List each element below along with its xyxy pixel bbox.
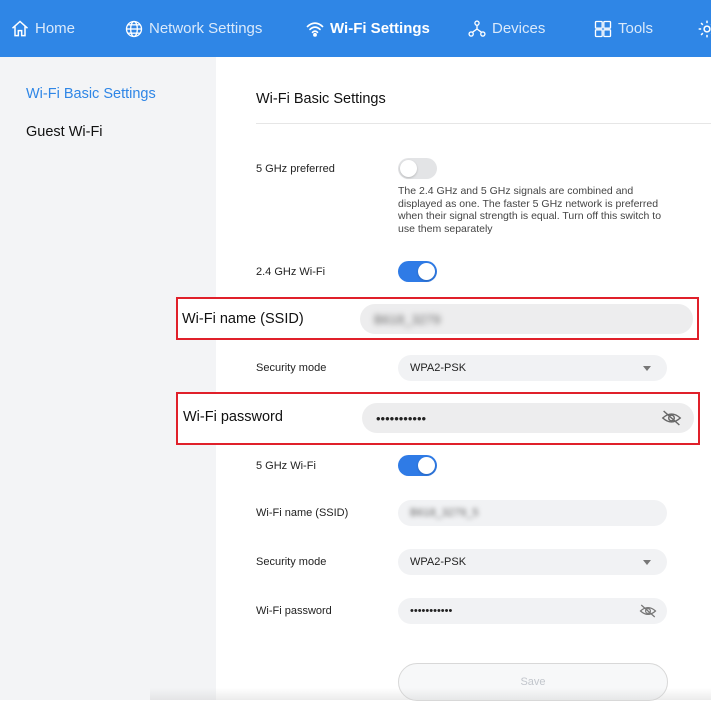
home-icon <box>12 19 28 36</box>
band5-security-select[interactable]: WPA2-PSK <box>398 549 667 575</box>
band5-ssid-input[interactable]: B618_3279_5 <box>398 500 667 526</box>
eye-off-icon[interactable] <box>661 409 682 427</box>
nav-wifi-settings[interactable]: Wi-Fi Settings <box>305 0 430 57</box>
band5-label: 5 GHz Wi-Fi <box>256 460 316 472</box>
main-panel: Wi-Fi Basic Settings 5 GHz preferred The… <box>216 57 711 701</box>
eye-off-icon[interactable] <box>639 603 657 619</box>
sidebar-item-wifi-basic-settings[interactable]: Wi-Fi Basic Settings <box>26 86 156 102</box>
sidebar-item-guest-wifi[interactable]: Guest Wi-Fi <box>26 124 103 140</box>
nav-home-label: Home <box>35 20 76 37</box>
band24-toggle[interactable] <box>398 261 437 282</box>
top-nav: Home Network Settings Wi-Fi Settings Dev… <box>0 0 711 57</box>
nav-tools-label: Tools <box>618 20 654 37</box>
globe-icon <box>125 20 143 37</box>
band24-security-label: Security mode <box>256 362 327 374</box>
band24-password-label: Wi-Fi password <box>183 409 283 425</box>
band5-security-label: Security mode <box>256 556 327 568</box>
highlight-ssid-box: Wi-Fi name (SSID) B618_3279 <box>176 297 699 340</box>
pref5-description: The 2.4 GHz and 5 GHz signals are combin… <box>398 185 662 235</box>
gear-icon <box>698 20 711 37</box>
toggle-knob <box>418 457 435 474</box>
band24-password-value: ••••••••••• <box>376 410 427 426</box>
band5-ssid-value: B618_3279_5 <box>410 507 479 519</box>
toggle-knob <box>400 160 417 177</box>
nav-network-settings[interactable]: Network Settings <box>124 0 262 57</box>
tools-icon <box>594 20 612 37</box>
band5-security-value: WPA2-PSK <box>410 556 467 568</box>
band5-password-value: ••••••••••• <box>410 605 453 617</box>
band24-ssid-input[interactable]: B618_3279 <box>360 304 693 334</box>
nav-tools[interactable]: Tools <box>593 0 653 57</box>
nav-settings[interactable] <box>697 0 711 57</box>
title-divider <box>256 123 711 124</box>
nav-home[interactable]: Home <box>10 0 75 57</box>
band24-security-value: WPA2-PSK <box>410 362 467 374</box>
band5-toggle[interactable] <box>398 455 437 476</box>
band24-ssid-label: Wi-Fi name (SSID) <box>182 311 304 327</box>
nav-devices[interactable]: Devices <box>467 0 545 57</box>
band24-security-select[interactable]: WPA2-PSK <box>398 355 667 381</box>
sidebar: Wi-Fi Basic Settings Guest Wi-Fi <box>0 57 216 700</box>
bottom-shadow <box>150 688 711 700</box>
band24-label: 2.4 GHz Wi-Fi <box>256 266 326 278</box>
pref5-toggle[interactable] <box>398 158 437 179</box>
highlight-password-box: Wi-Fi password ••••••••••• <box>176 392 700 445</box>
nav-network-label: Network Settings <box>149 20 263 37</box>
toggle-knob <box>418 263 435 280</box>
band24-ssid-value: B618_3279 <box>374 311 441 327</box>
band5-password-label: Wi-Fi password <box>256 605 332 617</box>
wifi-icon <box>306 21 324 37</box>
band5-ssid-label: Wi-Fi name (SSID) <box>256 507 349 519</box>
chevron-down-icon <box>643 560 651 565</box>
band5-password-input[interactable]: ••••••••••• <box>398 598 667 624</box>
pref5-label: 5 GHz preferred <box>256 163 335 175</box>
devices-icon <box>468 19 486 37</box>
nav-wifi-label: Wi-Fi Settings <box>330 20 430 37</box>
band24-password-input[interactable]: ••••••••••• <box>362 403 694 433</box>
nav-devices-label: Devices <box>492 20 546 37</box>
chevron-down-icon <box>643 366 651 371</box>
page-title: Wi-Fi Basic Settings <box>256 91 386 107</box>
